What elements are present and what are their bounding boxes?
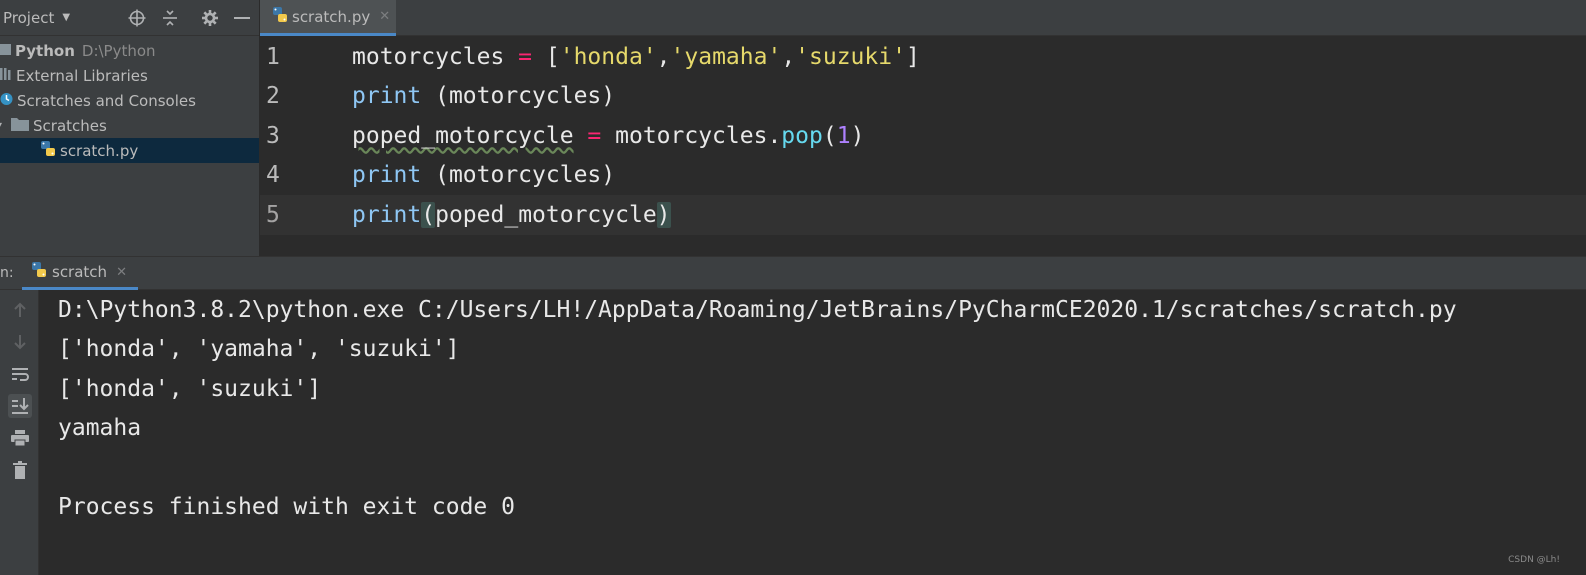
run-tab-label: scratch bbox=[52, 263, 108, 281]
tree-item-scratch-py[interactable]: scratch.py bbox=[0, 138, 259, 163]
close-icon[interactable]: ✕ bbox=[116, 265, 127, 280]
console-line: Process finished with exit code 0 bbox=[58, 494, 515, 521]
arrow-up-icon[interactable] bbox=[8, 298, 32, 322]
chevron-down-icon: ▼ bbox=[62, 12, 71, 23]
code-text: print(poped_motorcycle) bbox=[352, 201, 671, 228]
tree-item-python[interactable]: Python D:\Python bbox=[0, 38, 259, 63]
run-panel: n: scratch ✕ D:\Python3.8.2\python.exe C… bbox=[0, 256, 1586, 575]
tree-item-scratches[interactable]: ▾ Scratches bbox=[0, 113, 259, 138]
line-number: 4 bbox=[266, 162, 280, 189]
collapse-all-icon[interactable] bbox=[160, 8, 180, 28]
tree-item-label: Python bbox=[15, 41, 75, 60]
line-number: 5 bbox=[266, 201, 280, 228]
code-area[interactable]: 1 motorcycles = ['honda','yamaha','suzuk… bbox=[260, 37, 1586, 256]
expand-arrow-icon: ▾ bbox=[0, 120, 2, 131]
code-line[interactable]: 1 motorcycles = ['honda','yamaha','suzuk… bbox=[260, 37, 1586, 77]
console-output[interactable]: D:\Python3.8.2\python.exe C:/Users/LH!/A… bbox=[58, 290, 1457, 527]
arrow-down-icon[interactable] bbox=[8, 330, 32, 354]
close-icon[interactable]: ✕ bbox=[379, 9, 390, 24]
python-file-icon bbox=[272, 6, 288, 28]
run-tab-scratch[interactable]: scratch ✕ bbox=[22, 257, 138, 290]
tree-item-scratches-and-consoles[interactable]: Scratches and Consoles bbox=[0, 88, 259, 113]
print-icon[interactable] bbox=[8, 426, 32, 450]
watermark: CSDN @Lh! bbox=[1508, 555, 1560, 565]
library-icon bbox=[0, 67, 12, 85]
editor-tab-strip: scratch.py ✕ bbox=[260, 0, 1586, 36]
code-text: motorcycles = ['honda','yamaha','suzuki'… bbox=[352, 43, 920, 70]
locate-icon[interactable] bbox=[127, 8, 147, 28]
run-toolbar bbox=[0, 290, 39, 575]
editor-tab-label: scratch.py bbox=[292, 7, 371, 26]
soft-wrap-icon[interactable] bbox=[8, 362, 32, 386]
line-number: 3 bbox=[266, 122, 280, 149]
line-number: 2 bbox=[266, 83, 280, 110]
folder-icon bbox=[0, 42, 11, 60]
project-panel: Project ▼ Python D:\Python External Libr… bbox=[0, 0, 260, 256]
console-line: ['honda', 'suzuki'] bbox=[58, 375, 322, 402]
code-text: poped_motorcycle = motorcycles.pop(1) bbox=[352, 122, 865, 149]
tree-item-label: Scratches and Consoles bbox=[17, 91, 196, 110]
python-file-icon bbox=[40, 140, 56, 162]
project-panel-header: Project ▼ bbox=[0, 0, 259, 36]
scroll-to-end-icon[interactable] bbox=[8, 394, 32, 418]
code-text: print (motorcycles) bbox=[352, 83, 616, 110]
editor-tab-scratch-py[interactable]: scratch.py ✕ bbox=[260, 0, 396, 36]
code-text: print (motorcycles) bbox=[352, 162, 616, 189]
project-title: Project bbox=[3, 8, 55, 27]
scratches-icon bbox=[0, 91, 13, 110]
line-number: 1 bbox=[266, 43, 280, 70]
tree-item-external-libraries[interactable]: External Libraries bbox=[0, 63, 259, 88]
run-panel-header: n: scratch ✕ bbox=[0, 257, 1586, 290]
console-line: ['honda', 'yamaha', 'suzuki'] bbox=[58, 336, 460, 363]
code-line[interactable]: 4 print (motorcycles) bbox=[260, 156, 1586, 196]
gear-icon[interactable] bbox=[200, 8, 220, 28]
trash-icon[interactable] bbox=[8, 458, 32, 482]
tree-item-path: D:\Python bbox=[81, 41, 156, 60]
hide-panel-icon[interactable] bbox=[232, 8, 252, 28]
tree-item-label: External Libraries bbox=[16, 66, 148, 85]
tree-item-label: Scratches bbox=[33, 116, 107, 135]
code-line[interactable]: 3 poped_motorcycle = motorcycles.pop(1) bbox=[260, 116, 1586, 156]
project-tree: Python D:\Python External Libraries Scra… bbox=[0, 36, 259, 163]
code-line[interactable]: 2 print (motorcycles) bbox=[260, 77, 1586, 117]
python-icon bbox=[30, 261, 48, 283]
code-line-current[interactable]: 5 print(poped_motorcycle) bbox=[260, 195, 1586, 235]
console-line: D:\Python3.8.2\python.exe C:/Users/LH!/A… bbox=[58, 296, 1457, 323]
project-view-selector[interactable]: Project ▼ bbox=[3, 9, 70, 27]
folder-icon bbox=[11, 117, 30, 135]
tree-item-label: scratch.py bbox=[60, 141, 139, 160]
console-line: yamaha bbox=[58, 415, 142, 442]
editor: scratch.py ✕ 1 motorcycles = ['honda','y… bbox=[260, 0, 1586, 256]
run-label: n: bbox=[0, 265, 14, 281]
